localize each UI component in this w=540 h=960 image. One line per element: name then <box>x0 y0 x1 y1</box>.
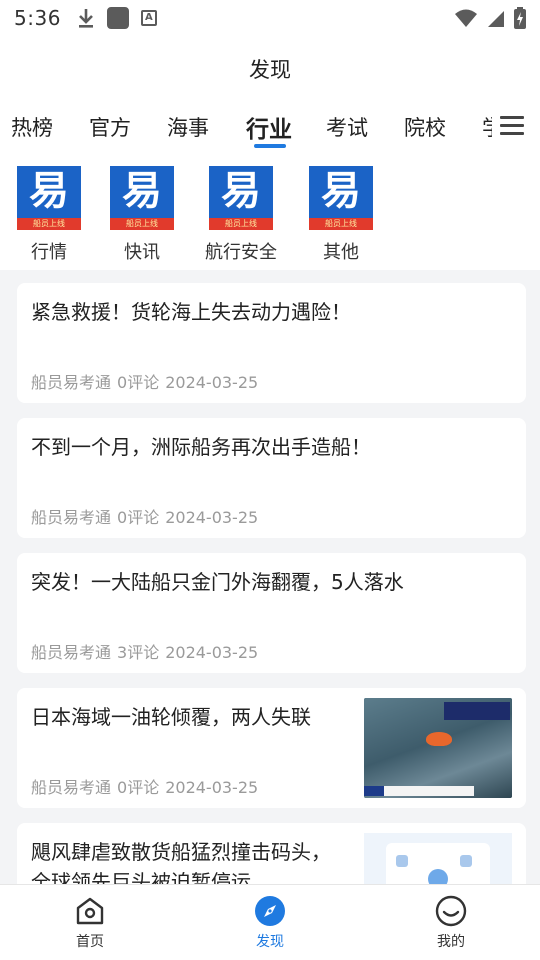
font-notification-icon: A <box>140 10 157 26</box>
nav-label: 首页 <box>76 934 104 950</box>
tab-industry[interactable]: 行业 <box>246 110 292 144</box>
tab-hot[interactable]: 热榜 <box>11 112 53 142</box>
article-feed: 紧急救援！货轮海上失去动力遇险！ 船员易考通 0评论 2024-03-25 不到一个… <box>0 270 540 884</box>
article-title: 飓风肆虐致散货船猛烈撞击码头，全球领先巨头被迫暂停运 <box>31 840 331 884</box>
nav-mine[interactable]: 我的 <box>411 895 491 951</box>
article-source: 船员易考通 <box>31 508 112 527</box>
status-bar: 5:36 A <box>0 0 540 36</box>
app-notification-icon <box>106 7 129 29</box>
nav-discover[interactable]: 发现 <box>230 895 310 951</box>
tab-maritime[interactable]: 海事 <box>167 112 209 142</box>
nav-label: 我的 <box>437 934 465 950</box>
article-meta: 船员易考通 0评论 2024-03-25 <box>31 369 258 393</box>
home-icon <box>76 897 104 925</box>
category-label: 快讯 <box>124 242 160 263</box>
category-label: 行情 <box>31 242 67 263</box>
article-comments: 3评论 <box>117 643 160 662</box>
article-comments: 0评论 <box>117 508 160 527</box>
article-comments: 0评论 <box>117 373 160 392</box>
article-thumbnail <box>364 698 512 798</box>
header: 发现 <box>0 36 540 102</box>
nav-home[interactable]: 首页 <box>50 895 130 951</box>
article-title: 日本海域一油轮倾覆，两人失联 <box>31 705 311 729</box>
tab-official[interactable]: 官方 <box>89 112 131 142</box>
compass-icon <box>255 896 285 926</box>
article-date: 2024-03-25 <box>165 373 259 392</box>
tab-exam[interactable]: 考试 <box>326 112 368 142</box>
bottom-nav: 首页 发现 我的 <box>0 884 540 960</box>
article-thumbnail <box>364 833 512 884</box>
status-time: 5:36 <box>14 6 61 30</box>
category-label: 其他 <box>323 242 359 263</box>
lifeboat-image <box>426 732 452 746</box>
smiley-icon <box>435 895 467 927</box>
article-date: 2024-03-25 <box>165 508 259 527</box>
category-row: 易 船员上线 行情 易 船员上线 快讯 易 船员上线 航行安全 易 船员上线 其… <box>0 154 540 270</box>
article-card[interactable]: 日本海域一油轮倾覆，两人失联 船员易考通 0评论 2024-03-25 <box>17 688 526 808</box>
article-date: 2024-03-25 <box>165 643 259 662</box>
yi-logo-icon: 易 船员上线 <box>309 166 373 230</box>
article-source: 船员易考通 <box>31 373 112 392</box>
article-card[interactable]: 不到一个月，洲际船务再次出手造船！ 船员易考通 0评论 2024-03-25 <box>17 418 526 538</box>
category-news-flash[interactable]: 易 船员上线 快讯 <box>110 166 174 264</box>
status-system-icons <box>454 7 526 29</box>
article-card[interactable]: 紧急救援！货轮海上失去动力遇险！ 船员易考通 0评论 2024-03-25 <box>17 283 526 403</box>
tab-schools[interactable]: 院校 <box>404 112 446 142</box>
article-title: 不到一个月，洲际船务再次出手造船！ <box>31 435 371 459</box>
status-notifications: A <box>77 7 157 29</box>
yi-logo-icon: 易 船员上线 <box>209 166 273 230</box>
category-market[interactable]: 易 船员上线 行情 <box>17 166 81 264</box>
article-meta: 船员易考通 0评论 2024-03-25 <box>31 774 258 798</box>
yi-logo-icon: 易 船员上线 <box>17 166 81 230</box>
wifi-icon <box>455 9 477 27</box>
tab-bar: 热榜 官方 海事 行业 考试 院校 学 <box>0 102 540 154</box>
article-comments: 0评论 <box>117 778 160 797</box>
article-card[interactable]: 突发！一大陆船只金门外海翻覆，5人落水 船员易考通 3评论 2024-03-25 <box>17 553 526 673</box>
article-source: 船员易考通 <box>31 643 112 662</box>
download-icon <box>78 9 93 28</box>
article-title: 紧急救援！货轮海上失去动力遇险！ <box>31 300 351 324</box>
active-tab-indicator <box>254 144 286 148</box>
article-meta: 船员易考通 0评论 2024-03-25 <box>31 504 258 528</box>
category-other[interactable]: 易 船员上线 其他 <box>309 166 373 264</box>
category-navigation-safety[interactable]: 易 船员上线 航行安全 <box>200 166 282 264</box>
menu-icon[interactable] <box>500 116 524 136</box>
yi-logo-icon: 易 船员上线 <box>110 166 174 230</box>
page-title: 发现 <box>249 58 291 82</box>
signal-icon <box>488 11 504 27</box>
article-meta: 船员易考通 3评论 2024-03-25 <box>31 639 258 663</box>
article-title: 突发！一大陆船只金门外海翻覆，5人落水 <box>31 570 404 594</box>
article-card[interactable]: 飓风肆虐致散货船猛烈撞击码头，全球领先巨头被迫暂停运 <box>17 823 526 884</box>
article-date: 2024-03-25 <box>165 778 259 797</box>
category-label: 航行安全 <box>205 242 277 263</box>
battery-icon <box>514 7 526 29</box>
nav-label: 发现 <box>256 934 284 950</box>
article-source: 船员易考通 <box>31 778 112 797</box>
